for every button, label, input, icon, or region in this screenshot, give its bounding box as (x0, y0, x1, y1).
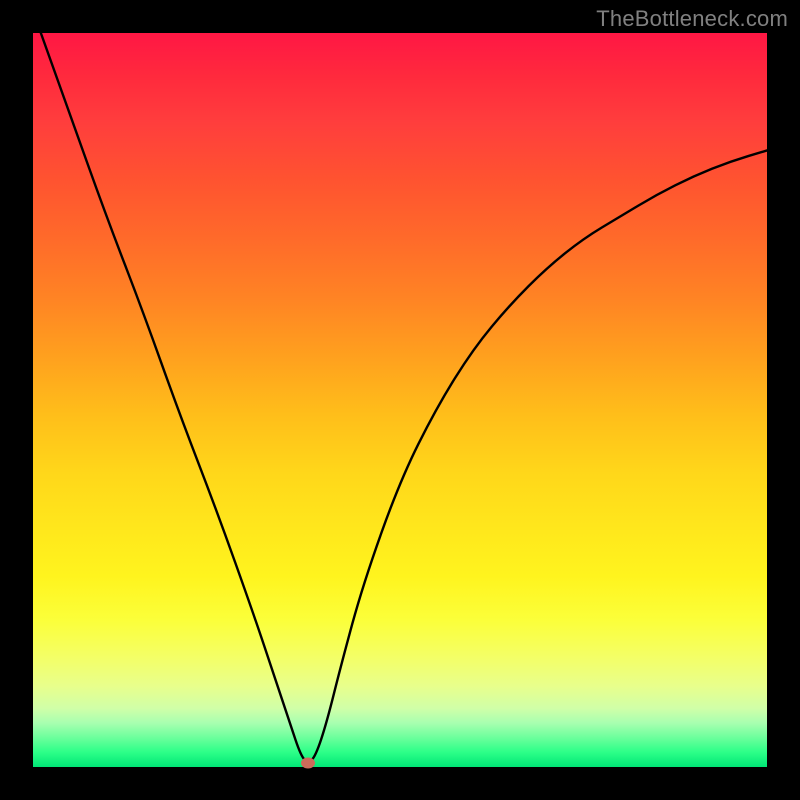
bottleneck-curve (33, 33, 767, 767)
outer-frame: TheBottleneck.com (0, 0, 800, 800)
plot-area (33, 33, 767, 767)
watermark-text: TheBottleneck.com (596, 6, 788, 32)
optimal-point-marker (301, 758, 315, 769)
